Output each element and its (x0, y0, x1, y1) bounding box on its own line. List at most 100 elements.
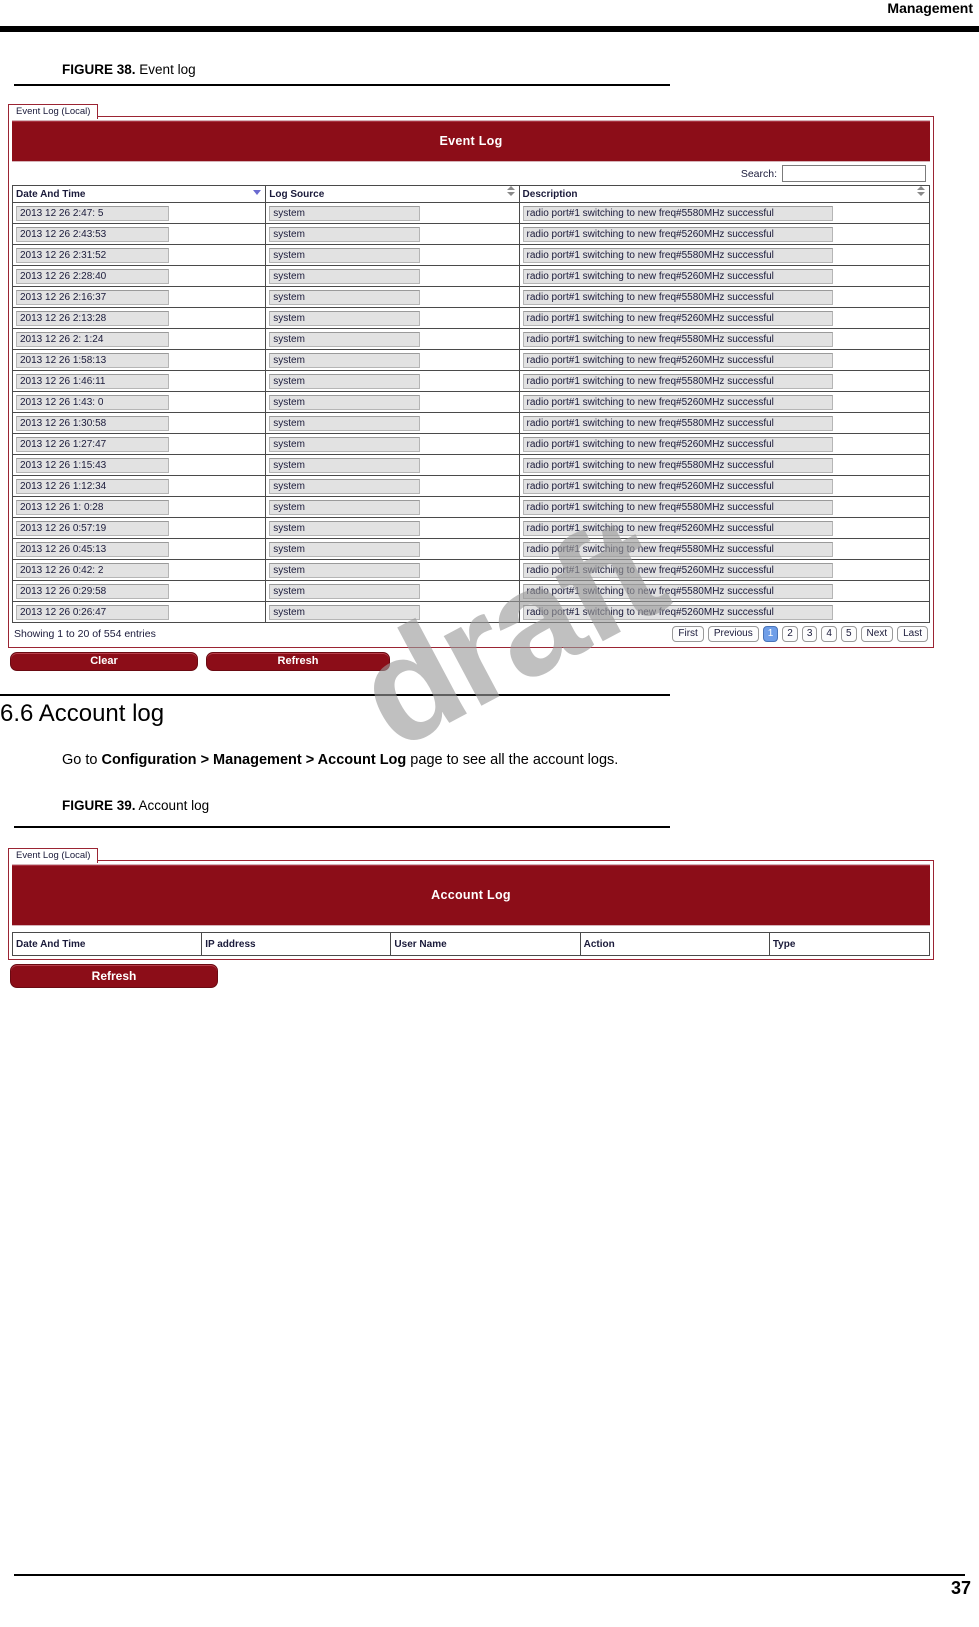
cell-log-source: system (265, 391, 520, 413)
search-input[interactable] (782, 165, 926, 182)
column-header-log-source[interactable]: Log Source (265, 185, 520, 203)
column-header-date-and-time[interactable]: Date And Time (11, 932, 203, 956)
column-header-type[interactable]: Type (768, 932, 931, 956)
cell-description-value: radio port#1 switching to new freq#5260M… (522, 352, 833, 368)
cell-date-and-time: 2013 12 26 1: 0:28 (11, 496, 267, 518)
cell-log-source-value: system (269, 289, 421, 305)
cell-date-and-time-value: 2013 12 26 0:45:13 (16, 541, 169, 557)
table-row: 2013 12 26 2:31:52 system radio port#1 swi… (11, 244, 931, 266)
figure-39-caption: FIGURE 39. Account log (62, 798, 209, 813)
cell-date-and-time-value: 2013 12 26 2:16:37 (16, 289, 169, 305)
cell-date-and-time: 2013 12 26 2:28:40 (11, 265, 267, 287)
cell-description-value: radio port#1 switching to new freq#5260M… (522, 520, 833, 536)
cell-description-value: radio port#1 switching to new freq#5580M… (522, 583, 833, 599)
account-log-header-row: Date And Time IP address User Name Actio… (11, 932, 931, 956)
cell-description-value: radio port#1 switching to new freq#5580M… (522, 289, 833, 305)
cell-date-and-time: 2013 12 26 0:45:13 (11, 538, 267, 560)
event-log-panel-body: Event Log Search: Date And Time Log Sour… (8, 116, 934, 648)
cell-date-and-time-value: 2013 12 26 0:42: 2 (16, 562, 169, 578)
pagination-button-first[interactable]: First (672, 626, 704, 642)
table-row: 2013 12 26 0:26:47 system radio port#1 swi… (11, 601, 931, 623)
table-row: 2013 12 26 1:27:47 system radio port#1 swi… (11, 433, 931, 455)
tab-event-log-local[interactable]: Event Log (Local) (8, 104, 99, 119)
cell-date-and-time: 2013 12 26 0:29:58 (11, 580, 267, 602)
cell-log-source-value: system (269, 436, 421, 452)
table-row: 2013 12 26 2:47: 5 system radio port#1 swi… (11, 202, 931, 224)
cell-date-and-time: 2013 12 26 1:12:34 (11, 475, 267, 497)
cell-description: radio port#1 switching to new freq#5580M… (518, 496, 931, 518)
cell-log-source-value: system (269, 247, 421, 263)
pagination-button-last[interactable]: Last (897, 626, 928, 642)
page-number: 37 (950, 1578, 971, 1598)
cell-description: radio port#1 switching to new freq#5260M… (518, 307, 931, 329)
refresh-button[interactable]: Refresh (206, 652, 390, 671)
cell-date-and-time: 2013 12 26 1:30:58 (11, 412, 267, 434)
refresh-button[interactable]: Refresh (10, 964, 218, 988)
cell-description: radio port#1 switching to new freq#5260M… (518, 559, 931, 581)
pagination-button-3[interactable]: 3 (801, 626, 818, 642)
cell-description: radio port#1 switching to new freq#5260M… (518, 265, 931, 287)
column-header-date-and-time[interactable]: Date And Time (11, 185, 267, 203)
pagination-button-4[interactable]: 4 (821, 626, 837, 642)
cell-date-and-time-value: 2013 12 26 1: 0:28 (16, 499, 169, 515)
table-row: 2013 12 26 2:13:28 system radio port#1 swi… (11, 307, 931, 329)
pagination-button-next[interactable]: Next (860, 626, 894, 642)
cell-date-and-time: 2013 12 26 2:47: 5 (11, 202, 267, 224)
figure-38-rule (14, 84, 670, 86)
cell-date-and-time-value: 2013 12 26 2:28:40 (16, 268, 169, 284)
cell-log-source-value: system (269, 331, 421, 347)
tab-event-log-local[interactable]: Event Log (Local) (8, 848, 99, 863)
cell-description: radio port#1 switching to new freq#5580M… (518, 370, 931, 392)
column-header-description-label: Description (522, 188, 578, 200)
cell-date-and-time: 2013 12 26 1:46:11 (11, 370, 267, 392)
table-row: 2013 12 26 0:29:58 system radio port#1 swi… (11, 580, 931, 602)
cell-log-source: system (265, 454, 520, 476)
cell-description: radio port#1 switching to new freq#5580M… (518, 202, 931, 224)
cell-date-and-time: 2013 12 26 1:43: 0 (11, 391, 267, 413)
column-header-user-name[interactable]: User Name (390, 932, 581, 956)
sort-desc-icon (253, 190, 262, 195)
cell-description: radio port#1 switching to new freq#5260M… (518, 433, 931, 455)
cell-date-and-time-value: 2013 12 26 2:13:28 (16, 310, 169, 326)
cell-description: radio port#1 switching to new freq#5580M… (518, 580, 931, 602)
table-row: 2013 12 26 0:57:19 system radio port#1 swi… (11, 517, 931, 539)
account-log-panel-body: Account Log Date And Time IP address Use… (8, 860, 934, 960)
column-header-description[interactable]: Description (518, 185, 931, 203)
cell-description: radio port#1 switching to new freq#5260M… (518, 391, 931, 413)
cell-log-source: system (265, 349, 520, 371)
cell-date-and-time: 2013 12 26 2:43:53 (11, 223, 267, 245)
pagination-button-previous[interactable]: Previous (707, 626, 759, 642)
table-row: 2013 12 26 2:16:37 system radio port#1 swi… (11, 286, 931, 308)
event-log-screenshot: Event Log (Local) Event Log Search: Date… (8, 101, 934, 673)
cell-date-and-time-value: 2013 12 26 2:31:52 (16, 247, 169, 263)
cell-description: radio port#1 switching to new freq#5260M… (518, 601, 931, 623)
cell-description-value: radio port#1 switching to new freq#5580M… (522, 205, 833, 221)
cell-log-source: system (265, 412, 520, 434)
table-row: 2013 12 26 0:45:13 system radio port#1 swi… (11, 538, 931, 560)
pagination-button-2[interactable]: 2 (782, 626, 798, 642)
cell-description-value: radio port#1 switching to new freq#5580M… (522, 499, 833, 515)
cell-log-source-value: system (269, 499, 421, 515)
pagination-button-1[interactable]: 1 (762, 626, 779, 642)
cell-date-and-time-value: 2013 12 26 1:43: 0 (16, 394, 169, 410)
cell-description: radio port#1 switching to new freq#5260M… (518, 475, 931, 497)
pagination-button-5[interactable]: 5 (840, 626, 857, 642)
body-navigation-path: Configuration > Management > Account Log (101, 752, 407, 768)
event-log-title: Event Log (12, 120, 930, 162)
cell-date-and-time: 2013 12 26 1:27:47 (11, 433, 267, 455)
page-title: 6.6 Account log (0, 700, 165, 727)
cell-log-source: system (265, 517, 520, 539)
figure-38-title: Event log (139, 62, 196, 77)
column-header-ip-address[interactable]: IP address (201, 932, 392, 956)
cell-date-and-time: 2013 12 26 2:31:52 (11, 244, 267, 266)
event-log-footer: Showing 1 to 20 of 554 entries First Prev… (12, 623, 930, 644)
cell-description: radio port#1 switching to new freq#5260M… (518, 223, 931, 245)
cell-date-and-time: 2013 12 26 2: 1:24 (11, 328, 267, 350)
account-log-table: Date And Time IP address User Name Actio… (11, 932, 931, 956)
account-log-screenshot: Event Log (Local) Account Log Date And T… (8, 845, 934, 990)
cell-description: radio port#1 switching to new freq#5580M… (518, 244, 931, 266)
column-header-action[interactable]: Action (579, 932, 770, 956)
table-row: 2013 12 26 2: 1:24 system radio port#1 swi… (11, 328, 931, 350)
cell-log-source-value: system (269, 478, 421, 494)
clear-button[interactable]: Clear (10, 652, 198, 671)
